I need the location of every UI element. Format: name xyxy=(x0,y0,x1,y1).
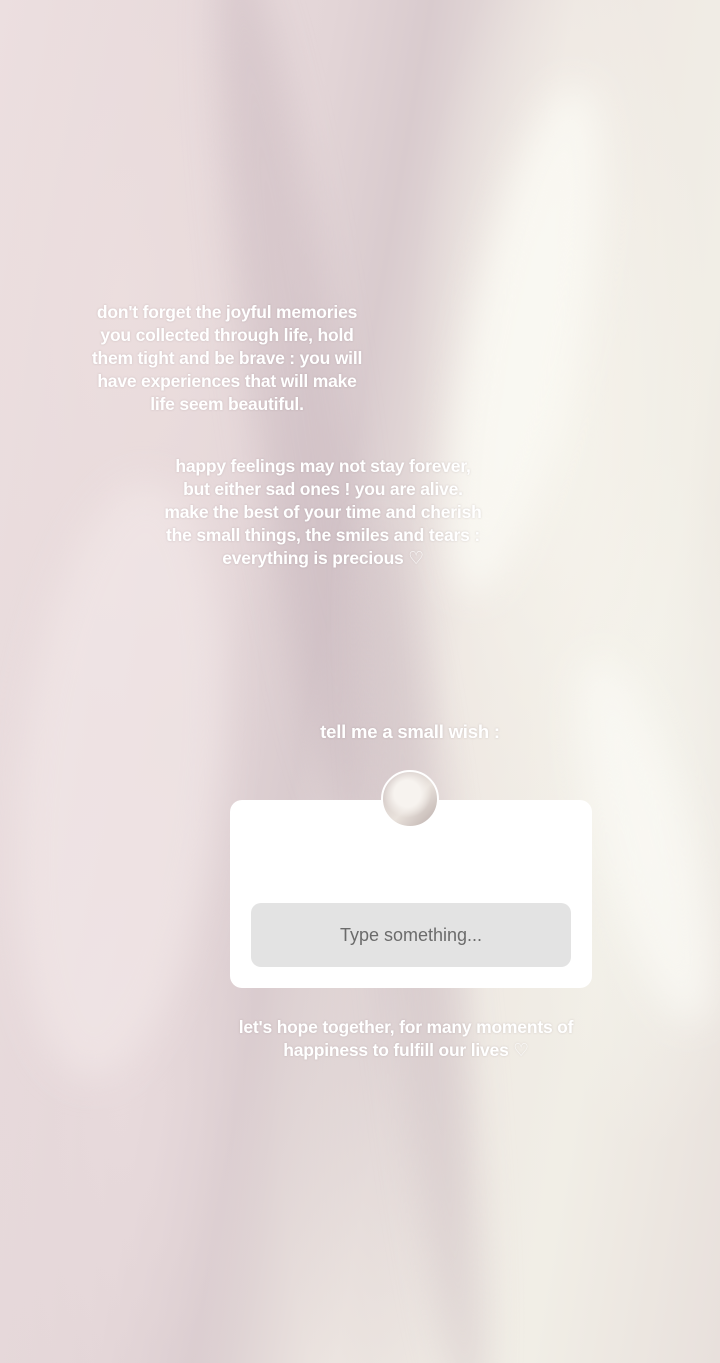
question-answer-input[interactable]: Type something... xyxy=(251,903,571,967)
story-caption-hope: let's hope together, for many moments of… xyxy=(238,1017,574,1060)
story-caption-feelings: happy feelings may not stay forever, but… xyxy=(164,456,482,568)
story-background-image xyxy=(0,0,720,1363)
avatar xyxy=(381,770,439,828)
story-caption-memories: don't forget the joyful memories you col… xyxy=(91,302,363,414)
question-prompt-text: tell me a small wish : xyxy=(320,721,500,742)
